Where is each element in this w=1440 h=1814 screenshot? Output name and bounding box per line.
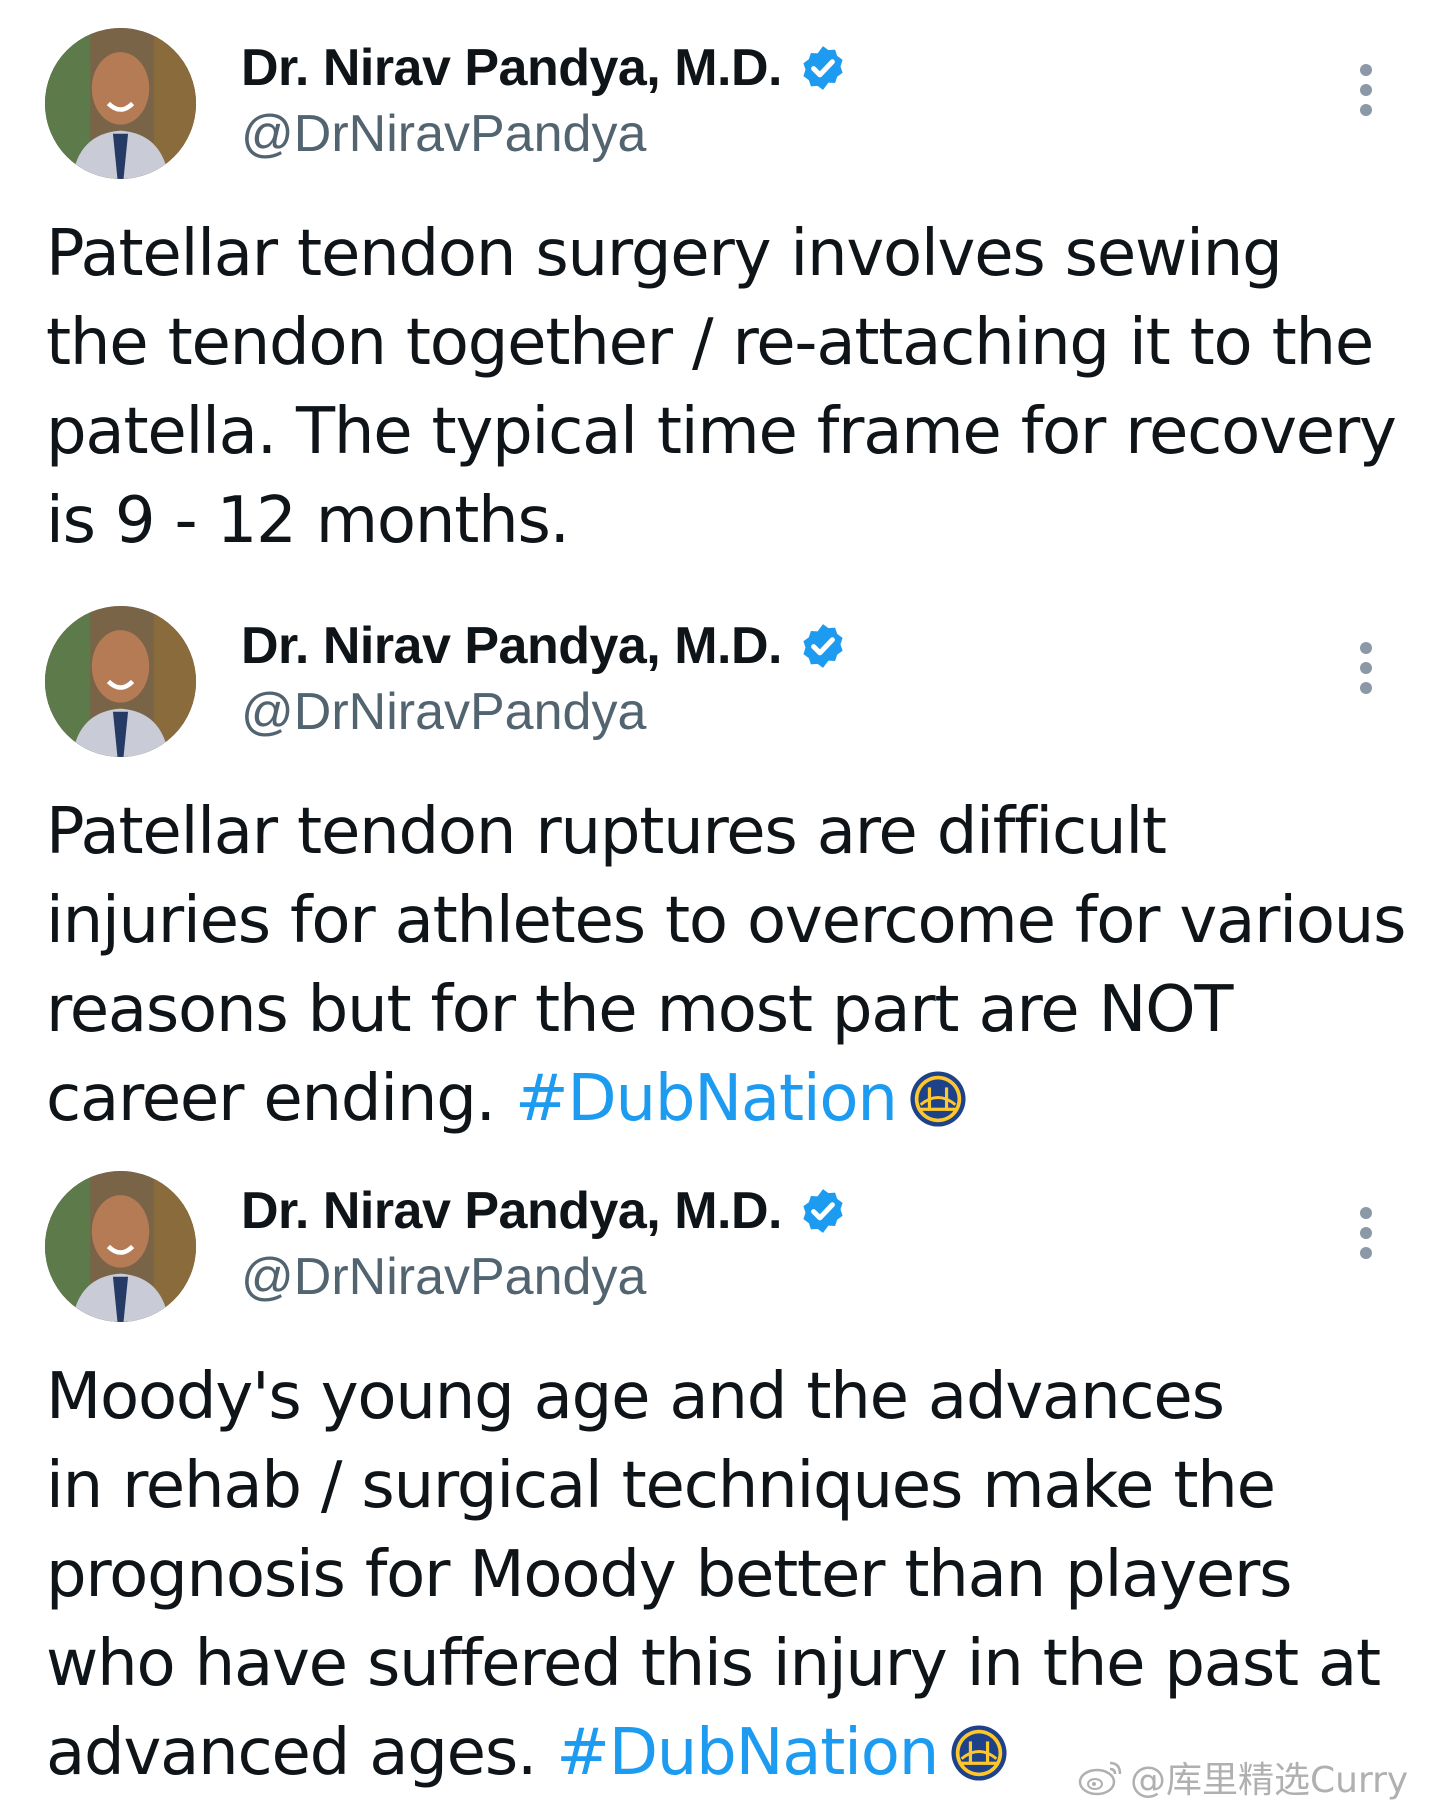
avatar-photo — [45, 606, 196, 757]
tweet: Dr. Nirav Pandya, M.D. @DrNiravPandya Pa… — [0, 0, 1440, 578]
more-options-icon[interactable] — [1352, 60, 1380, 120]
warriors-logo-icon — [910, 1071, 966, 1127]
watermark: @库里精选Curry — [1078, 1752, 1408, 1802]
hashtag-link[interactable]: #DubNation — [515, 1062, 898, 1136]
avatar[interactable] — [45, 606, 196, 757]
display-name[interactable]: Dr. Nirav Pandya, M.D. — [241, 38, 782, 98]
tweet-text-line: patella. The typical time frame for reco… — [46, 395, 1397, 469]
tweet-text-line: the tendon together / re-attaching it to… — [46, 306, 1374, 380]
author-handle[interactable]: @DrNiravPandya — [241, 104, 646, 164]
weibo-icon — [1078, 1761, 1122, 1796]
display-name[interactable]: Dr. Nirav Pandya, M.D. — [241, 1181, 782, 1241]
tweet-text-line: prognosis for Moody better than players — [46, 1538, 1292, 1612]
tweet-text-line: is 9 - 12 months. — [46, 484, 570, 558]
warriors-logo-icon — [951, 1725, 1007, 1781]
tweet: Dr. Nirav Pandya, M.D. @DrNiravPandya Mo… — [0, 1143, 1440, 1814]
tweet-text-line: Moody's young age and the advances — [46, 1360, 1225, 1434]
author-handle[interactable]: @DrNiravPandya — [241, 1247, 646, 1307]
avatar[interactable] — [45, 28, 196, 179]
display-name[interactable]: Dr. Nirav Pandya, M.D. — [241, 616, 782, 676]
tweet-text-line: who have suffered this injury in the pas… — [46, 1627, 1381, 1701]
tweet-text-segment: advanced ages. — [46, 1716, 557, 1790]
verified-badge-icon — [803, 1189, 843, 1233]
tweet: Dr. Nirav Pandya, M.D. @DrNiravPandya Pa… — [0, 578, 1440, 1143]
tweet-text-segment: career ending. — [46, 1062, 515, 1136]
tweet-text: Patellar tendon surgery involves sewing … — [46, 210, 1416, 566]
tweet-text-line: Patellar tendon surgery involves sewing — [46, 217, 1283, 291]
author-handle[interactable]: @DrNiravPandya — [241, 682, 646, 742]
watermark-text: @库里精选Curry — [1130, 1760, 1409, 1801]
author-name-row: Dr. Nirav Pandya, M.D. — [241, 1181, 848, 1241]
verified-badge-icon — [803, 46, 843, 90]
tweet-text: Moody's young age and the advances in re… — [46, 1353, 1416, 1798]
tweet-text-line: in rehab / surgical techniques make the — [46, 1449, 1276, 1523]
author-name-row: Dr. Nirav Pandya, M.D. — [241, 38, 848, 98]
more-options-icon[interactable] — [1352, 1203, 1380, 1263]
verified-badge-icon — [803, 624, 843, 668]
author-name-row: Dr. Nirav Pandya, M.D. — [241, 616, 848, 676]
avatar[interactable] — [45, 1171, 196, 1322]
tweet-text: Patellar tendon ruptures are difficult i… — [46, 788, 1416, 1144]
avatar-photo — [45, 28, 196, 179]
tweet-text-line: reasons but for the most part are NOT — [46, 973, 1233, 1047]
tweet-text-line: injuries for athletes to overcome for va… — [46, 884, 1406, 958]
tweet-text-line: Patellar tendon ruptures are difficult — [46, 795, 1167, 869]
tweet-text-line-last: career ending. #DubNation — [46, 1055, 1416, 1144]
hashtag-link[interactable]: #DubNation — [556, 1716, 939, 1790]
avatar-photo — [45, 1171, 196, 1322]
more-options-icon[interactable] — [1352, 638, 1380, 698]
